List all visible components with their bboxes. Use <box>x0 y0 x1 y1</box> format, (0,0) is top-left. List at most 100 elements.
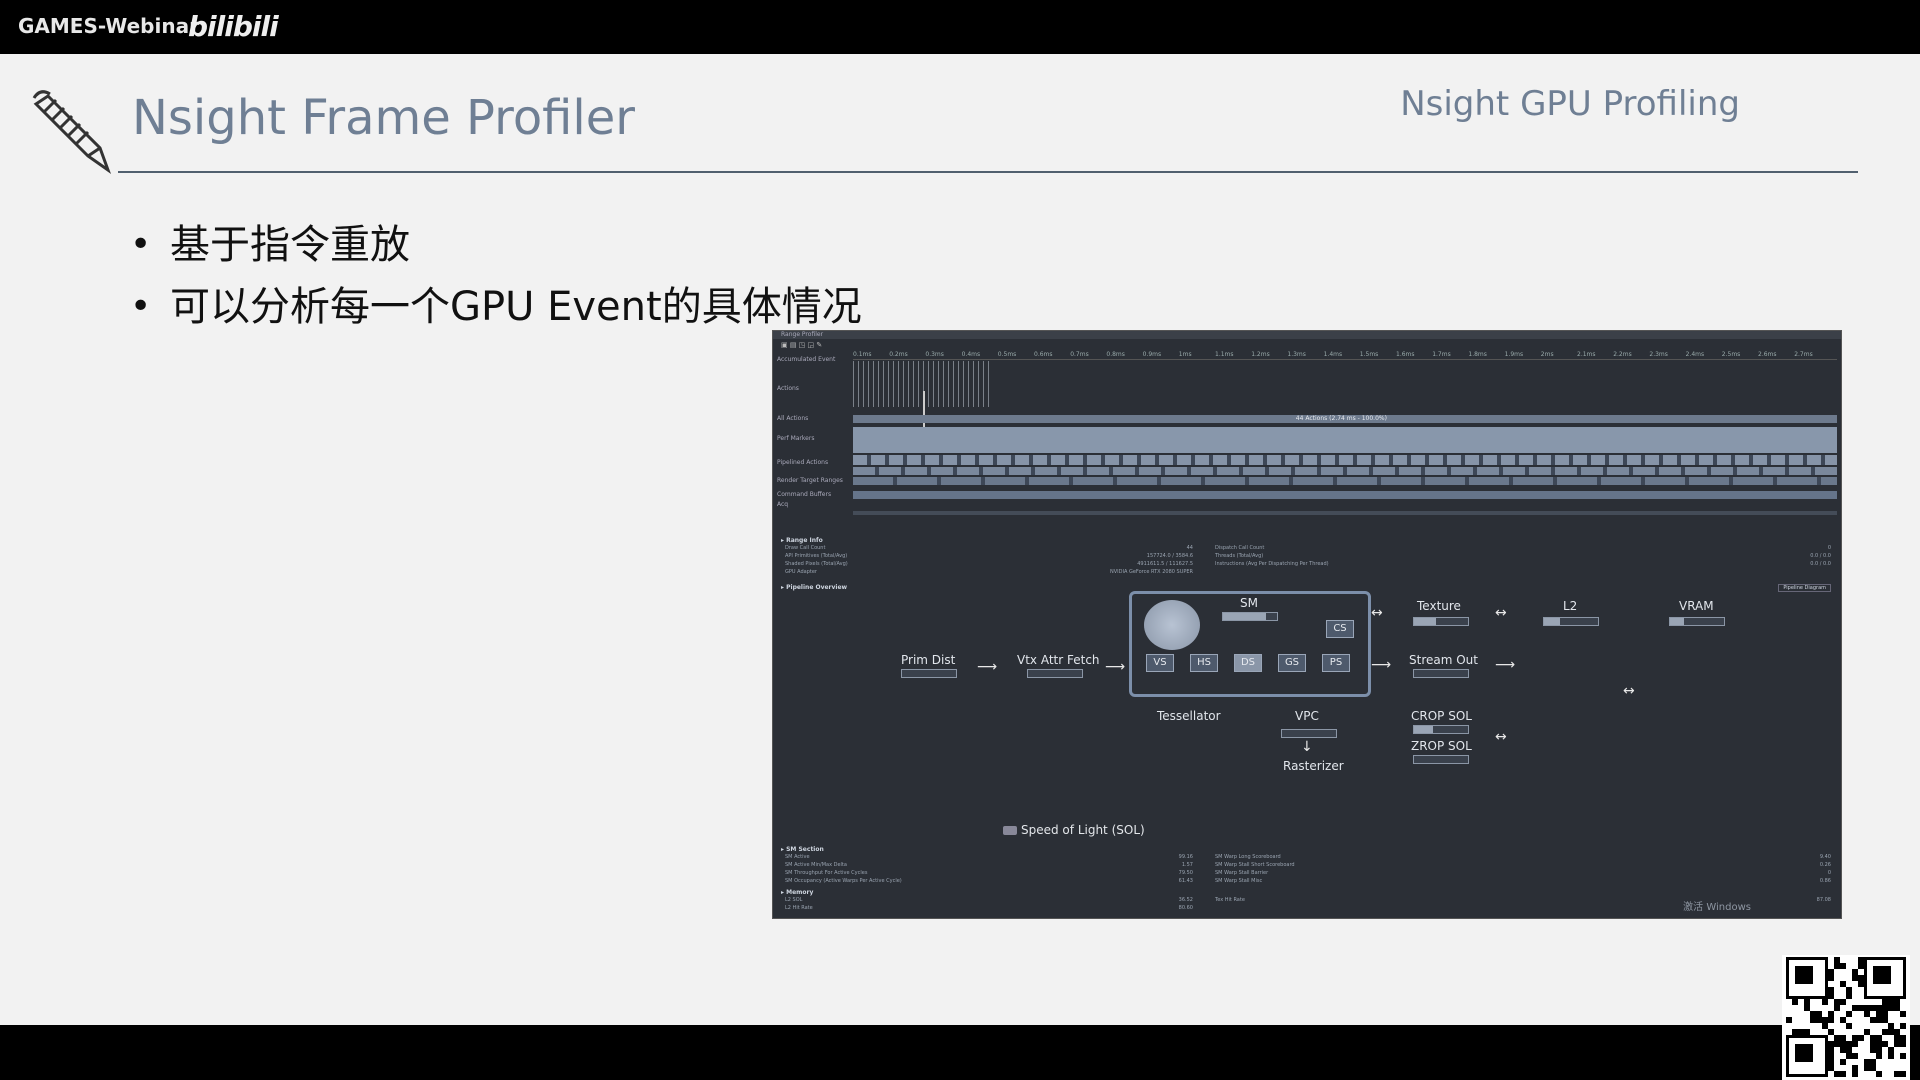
timeline-tick: 0.2ms <box>889 351 908 358</box>
row-label: Accumulated Event <box>777 356 836 363</box>
window-title: Range Profiler <box>781 331 824 338</box>
timeline-tick: 2ms <box>1540 351 1554 358</box>
row-label: Actions <box>777 385 799 392</box>
timeline-tick: 0.7ms <box>1070 351 1089 358</box>
timeline-tick: 1.4ms <box>1323 351 1343 358</box>
stage-ps[interactable]: PS <box>1322 654 1350 672</box>
timeline-tick: 0.8ms <box>1106 351 1125 358</box>
bullet-item: 基于指令重放 <box>130 214 862 276</box>
info-cell: SM Throughput For Active Cycles <box>785 870 868 876</box>
vtx-attr-fetch-bar <box>1027 669 1083 678</box>
qr-code-icon <box>1782 955 1910 1080</box>
timeline-tick: 2.5ms <box>1721 351 1741 358</box>
zrop-sol-label: ZROP SOL <box>1411 739 1472 753</box>
info-cell: 0 <box>1827 545 1831 551</box>
timeline-tick: 2.2ms <box>1613 351 1632 358</box>
row-label: Perf Markers <box>777 435 815 442</box>
perf-markers-band[interactable] <box>853 427 1837 453</box>
info-cell: 0.0 / 0.0 <box>1810 553 1831 559</box>
pipelined-actions-band[interactable] <box>853 455 1837 465</box>
stream-out-label: Stream Out <box>1409 653 1478 667</box>
render-target-band[interactable] <box>853 477 1837 485</box>
info-cell: Shaded Pixels (Total/Avg) <box>785 561 848 567</box>
pencil-icon <box>32 90 112 174</box>
row-label: Command Buffers <box>777 491 832 498</box>
stage-gs[interactable]: GS <box>1278 654 1306 672</box>
slide-subtitle: Nsight GPU Profiling <box>1400 84 1740 124</box>
info-cell: 61.43 <box>1178 878 1193 884</box>
timeline-ruler: 0.1ms 0.2ms 0.3ms 0.4ms 0.5ms 0.6ms 0.7ms 0.8ms… <box>853 351 1837 360</box>
pipeline-overview-title[interactable]: ▸ Pipeline Overview <box>781 584 847 591</box>
bottom-bar <box>0 1025 1920 1080</box>
arrow-icon: ↔ <box>1495 605 1507 621</box>
info-cell: 44 <box>1186 545 1193 551</box>
info-cell: API Primitives (Total/Avg) <box>785 553 848 559</box>
arrow-icon: ↔ <box>1495 729 1507 745</box>
row-label: Acq <box>777 501 789 508</box>
timeline-scrollbar[interactable] <box>853 511 1837 515</box>
command-buffers-band[interactable] <box>853 491 1837 499</box>
all-actions-text: 44 Actions (2.74 ms - 100.0%) <box>1295 415 1387 422</box>
timeline-tick: 2.1ms <box>1577 351 1596 358</box>
info-cell: Instructions (Avg Per Dispatching Per Th… <box>1215 561 1329 567</box>
prim-dist-bar <box>901 669 957 678</box>
timeline-tick: 0.5ms <box>997 351 1017 358</box>
vpc-bar <box>1281 729 1337 738</box>
info-cell: 80.60 <box>1178 905 1193 911</box>
stage-ds[interactable]: DS <box>1234 654 1262 672</box>
info-cell: 0 <box>1827 870 1831 876</box>
sm-section-title[interactable]: ▸ SM Section <box>781 846 824 853</box>
arrow-icon: ⟶ <box>977 659 998 675</box>
profiler-screenshot: Range Profiler ▣ ▤ ◳ ◲ ✎ 0.1ms 0.2ms 0.3ms… <box>772 330 1842 919</box>
arrow-icon: ↔ <box>1371 605 1383 621</box>
row-label: All Actions <box>777 415 809 422</box>
all-actions-band[interactable]: 44 Actions (2.74 ms - 100.0%) <box>853 415 1837 423</box>
timeline-tick: 1.8ms <box>1468 351 1487 358</box>
memory-title[interactable]: ▸ Memory <box>781 889 813 896</box>
bullet-list: 基于指令重放 可以分析每一个GPU Event的具体情况 <box>130 214 862 338</box>
info-cell: 79.50 <box>1178 870 1193 876</box>
info-cell: 4911611.5 / 111627.5 <box>1137 561 1193 567</box>
info-cell: 157724.0 / 3584.6 <box>1146 553 1193 559</box>
info-cell: 0.86 <box>1819 878 1831 884</box>
pipelined-actions-band-2[interactable] <box>853 467 1837 475</box>
toolbar-icons[interactable]: ▣ ▤ ◳ ◲ ✎ <box>781 341 822 349</box>
l2-label: L2 <box>1563 599 1578 613</box>
sm-bar <box>1222 612 1278 621</box>
info-cell: SM Warp Long Scoreboard <box>1215 854 1281 860</box>
tessellator-label: Tessellator <box>1157 709 1221 723</box>
window-titlebar <box>773 331 1841 339</box>
l2-bar <box>1543 617 1599 626</box>
toggle-icon <box>1003 826 1017 835</box>
timeline-tick: 1.9ms <box>1504 351 1524 358</box>
timeline-tick: 1.1ms <box>1215 351 1234 358</box>
info-cell: SM Occupancy (Active Warps Per Active Cy… <box>785 878 902 884</box>
texture-bar <box>1413 617 1469 626</box>
stage-vs[interactable]: VS <box>1146 654 1174 672</box>
timeline-tick: 1.6ms <box>1396 351 1415 358</box>
sol-toggle[interactable]: Speed of Light (SOL) <box>1003 823 1145 837</box>
arrow-icon: ⟶ <box>1105 659 1126 675</box>
info-cell: L2 SOL <box>785 897 803 903</box>
row-label: Pipelined Actions <box>777 459 829 466</box>
timeline-tick: 0.6ms <box>1034 351 1053 358</box>
info-cell: SM Active Min/Max Delta <box>785 862 847 868</box>
timeline-tick: 0.3ms <box>925 351 944 358</box>
range-info-title[interactable]: ▸ Range Info <box>781 537 823 544</box>
stage-hs[interactable]: HS <box>1190 654 1218 672</box>
stage-cs[interactable]: CS <box>1326 620 1354 638</box>
timeline-tick: 0.1ms <box>853 351 872 358</box>
info-cell: NVIDIA GeForce RTX 2080 SUPER <box>1109 569 1193 575</box>
top-bar: GAMES-Webinar bilibili <box>0 0 1920 54</box>
vram-bar <box>1669 617 1725 626</box>
arrow-icon: ⟶ <box>1495 657 1516 673</box>
timeline-tick: 1ms <box>1178 351 1192 358</box>
timeline-tick: 2.3ms <box>1649 351 1668 358</box>
arrow-down-icon: ↓ <box>1301 739 1313 755</box>
timeline-tick: 1.5ms <box>1359 351 1379 358</box>
arrow-icon: ↔ <box>1623 683 1635 699</box>
info-cell: 0.0 / 0.0 <box>1810 561 1831 567</box>
vtx-attr-fetch-label: Vtx Attr Fetch <box>1017 653 1100 667</box>
sm-box[interactable]: SM CS VS HS DS GS PS <box>1129 591 1371 697</box>
sm-occupancy-circle <box>1144 600 1200 650</box>
